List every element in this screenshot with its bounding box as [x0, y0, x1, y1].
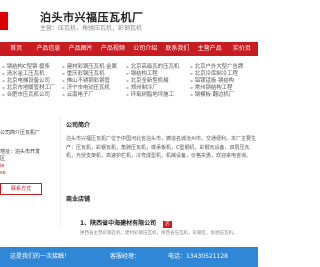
about-section: 公司简介 泊头市兴福压瓦机厂位于中国河北省泊头市，铸造名城沧州市，交通便利。本厂… — [66, 116, 256, 161]
left-panel: 公司简介压瓦机厂 地址：泊头市开发区 ie se 联系方式 — [0, 118, 44, 198]
link-item[interactable]: 钢模板·翻边机厂 — [190, 91, 243, 98]
link-item[interactable]: 钢结构工程 — [126, 70, 179, 77]
contact-button[interactable]: 联系方式 — [0, 183, 42, 195]
nav-item-pictures[interactable]: 产品图片 — [65, 42, 97, 56]
link-item[interactable]: 济宁市电动压瓦机 — [62, 84, 117, 91]
link-item[interactable]: 常州钢结构工程 — [190, 84, 243, 91]
left-red-2: se — [0, 170, 6, 176]
link-item[interactable]: 佛山不锈钢彩钢管 — [62, 77, 117, 84]
nav-item-products[interactable]: 产品信息 — [32, 42, 64, 56]
shop-card[interactable]: 1、陕西省中海建材有限公司 店 陕西省主营彩钢瓦机，建材彩钢压瓦机，陕西省压瓦机… — [80, 210, 256, 237]
main-nav: 首页 产品信息 产品图片 产品视频 公司介绍 联系我们 主营产品 实价页 — [0, 42, 258, 56]
bar-left: 这是我们的一次接触！ — [10, 253, 71, 260]
divider — [60, 116, 61, 226]
about-title: 公司简介 — [66, 122, 91, 129]
link-item[interactable]: 郑州制冷厂 — [126, 84, 179, 91]
left-line-2: 地址：泊头市开发区 — [0, 149, 41, 162]
link-item[interactable]: 北京冷库制冷工程 — [190, 70, 243, 77]
link-item[interactable]: 铝镁锰板·钢结构 — [190, 77, 243, 84]
link-item[interactable]: 北京市地暖管材工厂 — [2, 84, 56, 91]
nav-item-home[interactable]: 首页 — [0, 42, 32, 56]
brand-subtitle: 主营：压瓦机，角驰压瓦机，彩钢瓦机 — [40, 25, 143, 32]
link-item[interactable]: 北京高级瓦的压瓦机 — [126, 63, 180, 70]
shop-desc: 陕西省主营彩钢瓦机，建材彩钢压瓦机，陕西省压瓦机，彩钢瓦，角驰压瓦机。 — [80, 231, 238, 236]
link-item[interactable]: 北京户外大型广告牌 — [190, 63, 244, 70]
link-item[interactable]: 环氧树脂地坪施工 — [126, 91, 179, 98]
shop-name[interactable]: 1、陕西省中海建材有限公司 — [80, 220, 156, 227]
shop-tag: 店 — [163, 221, 172, 228]
link-item[interactable]: 北京全新型机械 — [126, 77, 179, 84]
link-item[interactable]: 合肥市压瓦机公司 — [2, 91, 55, 98]
nav-item-contact[interactable]: 联系我们 — [161, 42, 193, 56]
bar-mid: 客服经理： — [110, 253, 141, 260]
link-grid: 钢结构C型钢·檩条 清水金工压瓦机 北京电梯设备公司 北京市地暖管材工厂 合肥市… — [0, 63, 258, 109]
nav-item-price[interactable]: 实价页 — [226, 42, 258, 56]
left-line-1: 公司简介压瓦机厂 — [0, 130, 41, 136]
nav-item-about[interactable]: 公司介绍 — [129, 42, 161, 56]
logo-mark — [0, 12, 8, 30]
left-red-1: ie — [0, 163, 5, 169]
nav-item-videos[interactable]: 产品视频 — [97, 42, 129, 56]
link-item[interactable]: 钢结构C型钢·檩条 — [2, 63, 55, 70]
bottom-contact-bar: 这是我们的一次接触！ 客服经理： 电话：13430521128 — [0, 247, 258, 267]
link-item[interactable]: 清水金工压瓦机 — [2, 70, 55, 77]
bar-phone[interactable]: 电话：13430521128 — [168, 247, 228, 267]
nav-item-main-products[interactable]: 主营产品 — [194, 42, 226, 56]
link-item[interactable]: 云南电子厂 — [62, 91, 117, 98]
link-item[interactable]: 重庆彩钢压瓦机 — [62, 70, 117, 77]
shop-title: 商业店铺 — [66, 196, 91, 203]
about-body: 泊头市兴福压瓦机厂位于中国河北省泊头市，铸造名城沧州市，交通便利。本厂主要生产：… — [66, 136, 257, 159]
link-item[interactable]: 建材彩钢压瓦机·金属 — [62, 63, 117, 70]
header: 泊头市兴福压瓦机厂 主营：压瓦机，角驰压瓦机，彩钢瓦机 — [0, 0, 258, 42]
link-item[interactable]: 北京电梯设备公司 — [2, 77, 55, 84]
